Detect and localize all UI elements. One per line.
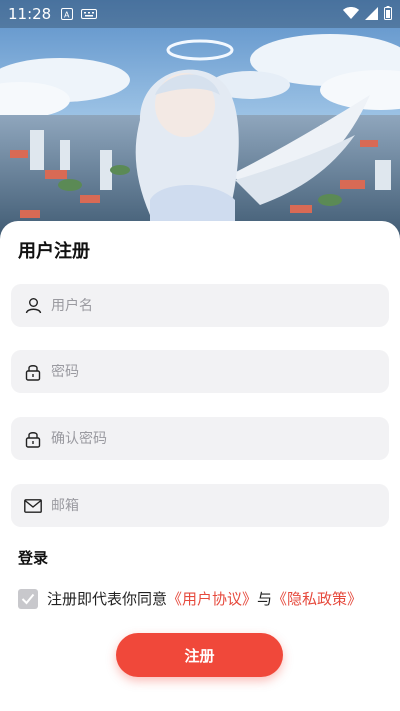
keyboard-a-icon: A — [61, 8, 74, 20]
agreement-text: 注册即代表你同意 — [47, 590, 168, 608]
register-sheet: 用户注册 登录 注册即代表你同意 《用户协议》 与 《隐私政策》 注册 — [0, 221, 400, 711]
username-input[interactable] — [51, 297, 351, 314]
agreement-row: 注册即代表你同意 《用户协议》 与 《隐私政策》 — [18, 588, 362, 609]
lock-icon — [24, 363, 42, 381]
wifi-icon — [343, 5, 359, 24]
register-button[interactable]: 注册 — [116, 633, 283, 677]
username-field[interactable] — [11, 284, 389, 327]
agreement-conjunction: 与 — [257, 590, 273, 608]
login-link[interactable]: 登录 — [18, 547, 48, 568]
hero-illustration — [0, 0, 400, 240]
confirm-password-field[interactable] — [11, 417, 389, 460]
user-icon — [24, 297, 42, 315]
user-agreement-link[interactable]: 《用户协议》 — [167, 588, 257, 609]
lock-icon — [24, 430, 42, 448]
status-bar: 11:28 A — [0, 0, 400, 28]
email-input[interactable] — [51, 497, 351, 514]
privacy-policy-link[interactable]: 《隐私政策》 — [272, 588, 362, 609]
status-time: 11:28 — [8, 5, 52, 23]
check-icon — [21, 593, 35, 604]
page-title: 用户注册 — [18, 241, 90, 262]
agreement-checkbox[interactable] — [18, 588, 38, 609]
signal-icon — [365, 5, 378, 24]
svg-text:A: A — [64, 11, 70, 20]
battery-icon — [384, 5, 392, 24]
mail-icon — [24, 497, 42, 515]
password-input[interactable] — [51, 363, 351, 380]
confirm-password-input[interactable] — [51, 430, 351, 447]
keyboard-icon — [81, 9, 98, 19]
email-field[interactable] — [11, 484, 389, 527]
password-field[interactable] — [11, 350, 389, 393]
